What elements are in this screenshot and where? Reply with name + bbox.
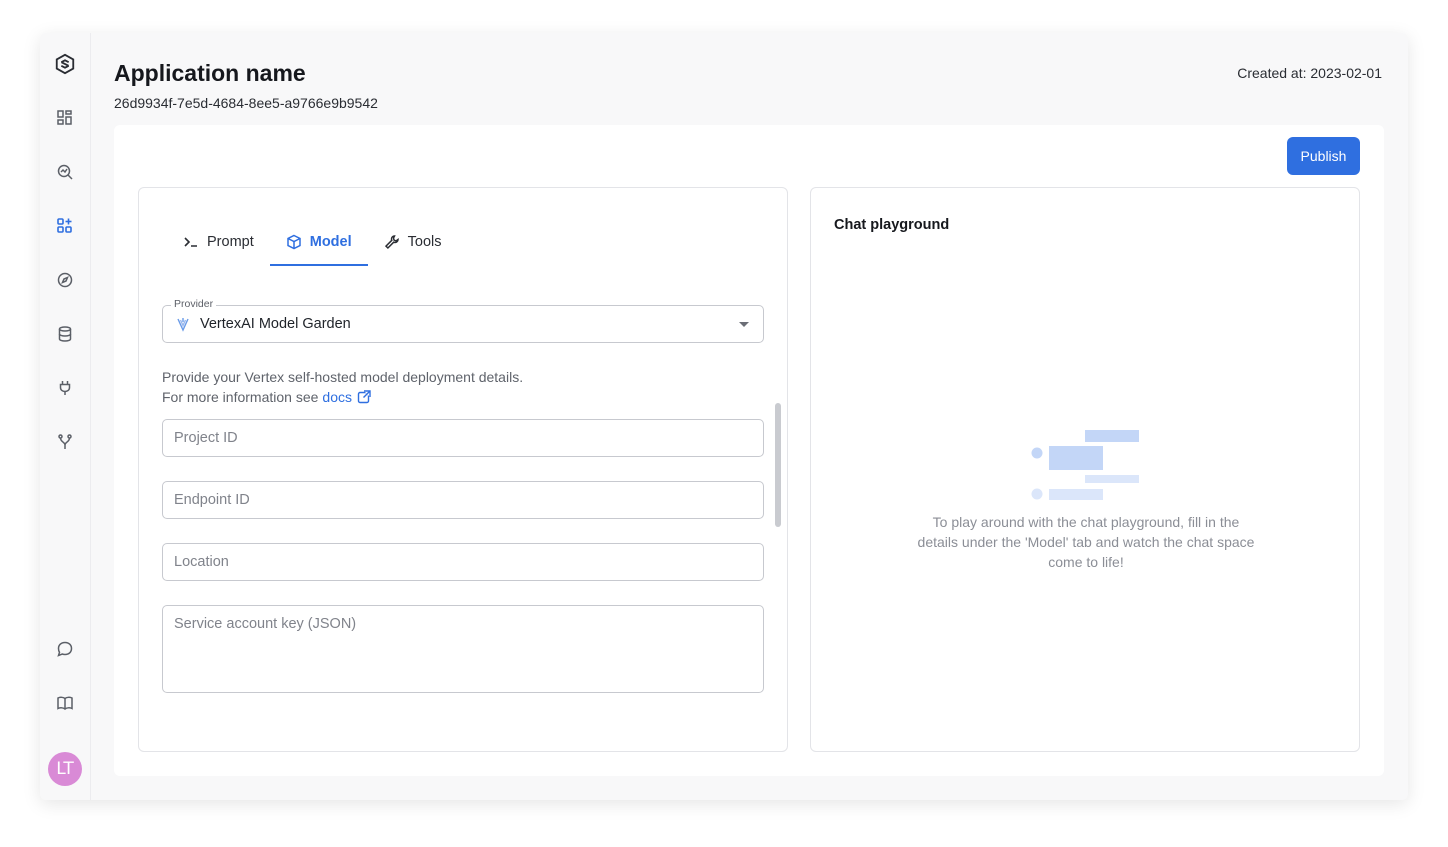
tab-model[interactable]: Model bbox=[269, 218, 368, 266]
compass-icon[interactable] bbox=[55, 270, 75, 290]
tab-model-label: Model bbox=[309, 234, 352, 250]
app-window: LT Application name 26d9934f-7e5d-4684-8… bbox=[40, 33, 1408, 800]
page-title: Application name bbox=[114, 60, 306, 86]
empty-chat-illustration bbox=[1031, 430, 1139, 500]
help-text-prefix: For more information see bbox=[162, 389, 319, 405]
provider-value: VertexAI Model Garden bbox=[200, 316, 351, 332]
help-text: Provide your Vertex self-hosted model de… bbox=[162, 369, 524, 385]
tab-prompt-label: Prompt bbox=[207, 234, 254, 250]
docs-link[interactable]: docs bbox=[322, 389, 371, 405]
tab-tools[interactable]: Tools bbox=[368, 218, 458, 266]
avatar-initials: LT bbox=[56, 759, 74, 779]
chat-playground-title: Chat playground bbox=[834, 217, 950, 233]
publish-button[interactable]: Publish bbox=[1287, 137, 1360, 175]
config-panel: Prompt Model Tools Provider VertexAI Mod… bbox=[138, 187, 788, 752]
service-account-key-field[interactable] bbox=[162, 605, 764, 693]
book-icon[interactable] bbox=[55, 693, 75, 713]
endpoint-id-field[interactable] bbox=[162, 481, 764, 519]
provider-select[interactable]: Provider VertexAI Model Garden bbox=[162, 298, 764, 343]
provider-label: Provider bbox=[171, 298, 217, 310]
config-tabs: Prompt Model Tools bbox=[167, 218, 458, 266]
empty-chat-message: To play around with the chat playground,… bbox=[917, 514, 1255, 570]
tab-tools-label: Tools bbox=[407, 234, 442, 250]
apps-add-icon[interactable] bbox=[55, 216, 75, 236]
chat-bubble-icon[interactable] bbox=[55, 639, 75, 659]
chevron-down-icon bbox=[739, 322, 749, 327]
external-link-icon bbox=[357, 390, 371, 404]
branch-icon[interactable] bbox=[55, 432, 75, 452]
cube-icon bbox=[287, 234, 301, 250]
project-id-field[interactable] bbox=[162, 419, 764, 457]
avatar[interactable]: LT bbox=[48, 752, 82, 786]
tab-prompt[interactable]: Prompt bbox=[167, 218, 270, 266]
plug-icon[interactable] bbox=[55, 378, 75, 398]
help-text-docs: For more information see docs bbox=[162, 389, 371, 405]
database-icon[interactable] bbox=[55, 324, 75, 344]
chat-playground-panel: Chat playground To play around with the … bbox=[810, 187, 1360, 752]
application-id: 26d9934f-7e5d-4684-8ee5-a9766e9b9542 bbox=[114, 95, 378, 111]
logo-icon[interactable] bbox=[54, 53, 76, 75]
location-field[interactable] bbox=[162, 543, 764, 581]
dashboard-icon[interactable] bbox=[55, 108, 75, 128]
terminal-icon bbox=[184, 237, 197, 247]
wrench-icon bbox=[384, 235, 399, 250]
scrollbar[interactable] bbox=[775, 403, 781, 527]
search-analytics-icon[interactable] bbox=[55, 162, 75, 182]
sidebar: LT bbox=[40, 33, 91, 800]
main-card: Publish Prompt Model Tools Provider Vert… bbox=[114, 125, 1384, 776]
vertexai-icon bbox=[177, 318, 189, 332]
docs-link-label: docs bbox=[322, 389, 352, 405]
created-date: Created at: 2023-02-01 bbox=[1237, 65, 1382, 81]
